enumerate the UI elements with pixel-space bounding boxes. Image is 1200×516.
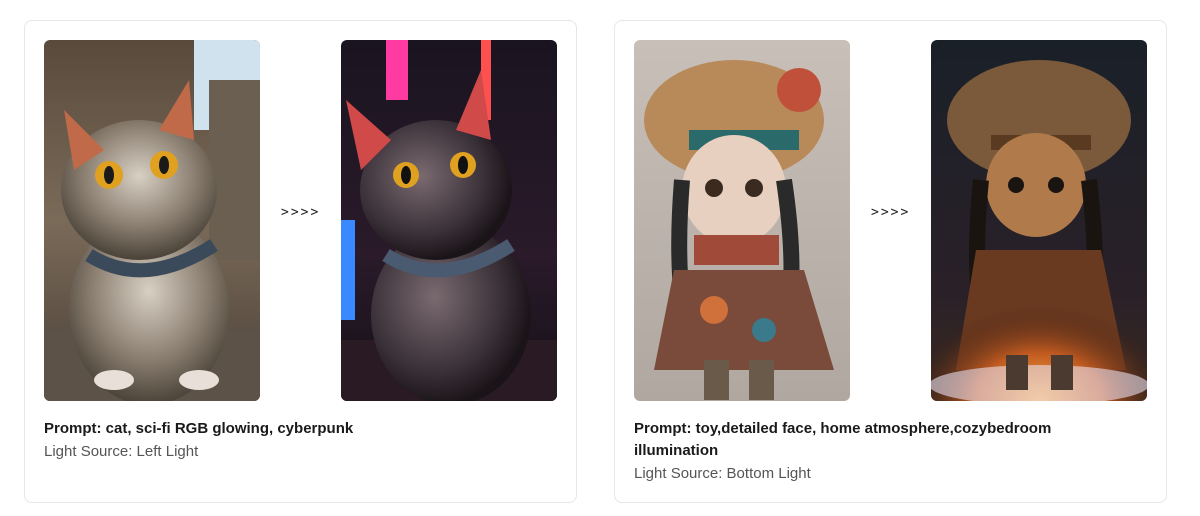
transform-arrow: >>>> xyxy=(871,205,911,220)
doll-relit-image xyxy=(931,40,1147,401)
doll-original-image xyxy=(634,40,850,401)
cat-original-image xyxy=(44,40,260,401)
example-card-cat: >>>> Prompt: cat, sci-fi RGB glowing, cy… xyxy=(24,20,577,503)
light-source-text: Light Source: Left Light xyxy=(44,443,199,460)
cat-relit-image xyxy=(341,40,557,401)
light-source-text: Light Source: Bottom Light xyxy=(634,465,811,482)
prompt-text: Prompt: cat, sci-fi RGB glowing, cyberpu… xyxy=(44,420,354,437)
prompt-text: Prompt: toy,detailed face, home atmosphe… xyxy=(634,420,1052,459)
example-card-doll: >>>> Prompt: toy,detailed face, home atm… xyxy=(614,20,1167,503)
doll-caption: Prompt: toy,detailed face, home atmosphe… xyxy=(634,418,1094,485)
cat-caption: Prompt: cat, sci-fi RGB glowing, cyberpu… xyxy=(44,418,504,463)
transform-arrow: >>>> xyxy=(281,205,321,220)
